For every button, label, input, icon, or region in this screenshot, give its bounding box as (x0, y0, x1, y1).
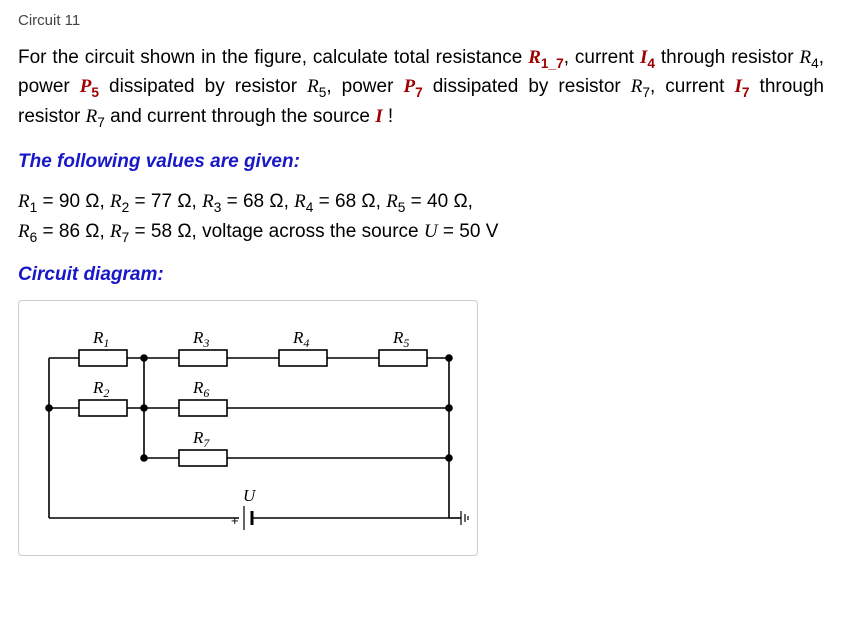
sym-P7: P (403, 76, 415, 97)
sub-P7: 7 (415, 85, 423, 100)
sym: R (110, 221, 122, 242)
plus-icon: + (231, 513, 239, 528)
text: , current (564, 47, 640, 68)
diagram-heading: Circuit diagram: (18, 264, 824, 286)
sym: R (18, 191, 30, 212)
values-line-2: R6 = 86 Ω, R7 = 58 Ω, voltage across the… (18, 217, 824, 246)
sub-R7b: 7 (97, 115, 105, 130)
val: = 58 Ω, (129, 221, 202, 242)
sym-I7: I (734, 76, 741, 97)
val: = 86 Ω, (37, 221, 110, 242)
val: = 90 Ω, (37, 191, 110, 212)
label-R2: R2 (92, 378, 109, 400)
text: through resistor (655, 47, 800, 68)
sub-R4: 4 (811, 56, 819, 71)
sym: R (18, 221, 30, 242)
sym: R (202, 191, 214, 212)
sym: R (110, 191, 122, 212)
circuit-diagram: R1 R3 R4 R5 R2 R6 R7 U + (18, 300, 478, 556)
label-R7: R7 (192, 428, 210, 450)
sym-R5: R (307, 76, 319, 97)
text: , power (326, 76, 403, 97)
val: = 50 V (438, 221, 499, 242)
text: and current through the source (105, 106, 375, 127)
label-U: U (243, 486, 257, 505)
sym-R17: R (528, 47, 541, 68)
label-R3: R3 (192, 328, 209, 350)
val: = 68 Ω, (313, 191, 386, 212)
label-R4: R4 (292, 328, 309, 350)
sym-I: I (375, 106, 382, 127)
sym: R (386, 191, 398, 212)
sub-I7: 7 (742, 85, 750, 100)
sym-R7b: R (86, 106, 98, 127)
text: , current (650, 76, 735, 97)
sym-P5: P (80, 76, 92, 97)
problem-title: Circuit 11 (18, 12, 824, 29)
label-R1: R1 (92, 328, 109, 350)
text: dissipated by resistor (99, 76, 307, 97)
text: dissipated by resistor (423, 76, 631, 97)
circuit-svg: R1 R3 R4 R5 R2 R6 R7 U + (29, 313, 469, 543)
val: = 40 Ω, (405, 191, 473, 212)
sub-I4: 4 (647, 56, 655, 71)
label-R5: R5 (392, 328, 409, 350)
sub-R17: 1_7 (541, 56, 564, 71)
sub-P5: 5 (91, 85, 99, 100)
problem-statement: For the circuit shown in the figure, cal… (18, 43, 824, 131)
values-line-1: R1 = 90 Ω, R2 = 77 Ω, R3 = 68 Ω, R4 = 68… (18, 187, 824, 216)
text: For the circuit shown in the figure, cal… (18, 47, 528, 68)
text: voltage across the source (202, 221, 424, 242)
sym: R (294, 191, 306, 212)
sym-R4: R (799, 47, 811, 68)
sym-R7: R (631, 76, 643, 97)
val: = 77 Ω, (129, 191, 202, 212)
val: = 68 Ω, (221, 191, 294, 212)
text: ! (383, 106, 394, 127)
label-R6: R6 (192, 378, 209, 400)
given-values: R1 = 90 Ω, R2 = 77 Ω, R3 = 68 Ω, R4 = 68… (18, 187, 824, 246)
given-heading: The following values are given: (18, 151, 824, 173)
sym-U: U (424, 221, 438, 242)
sub-R7: 7 (642, 85, 650, 100)
